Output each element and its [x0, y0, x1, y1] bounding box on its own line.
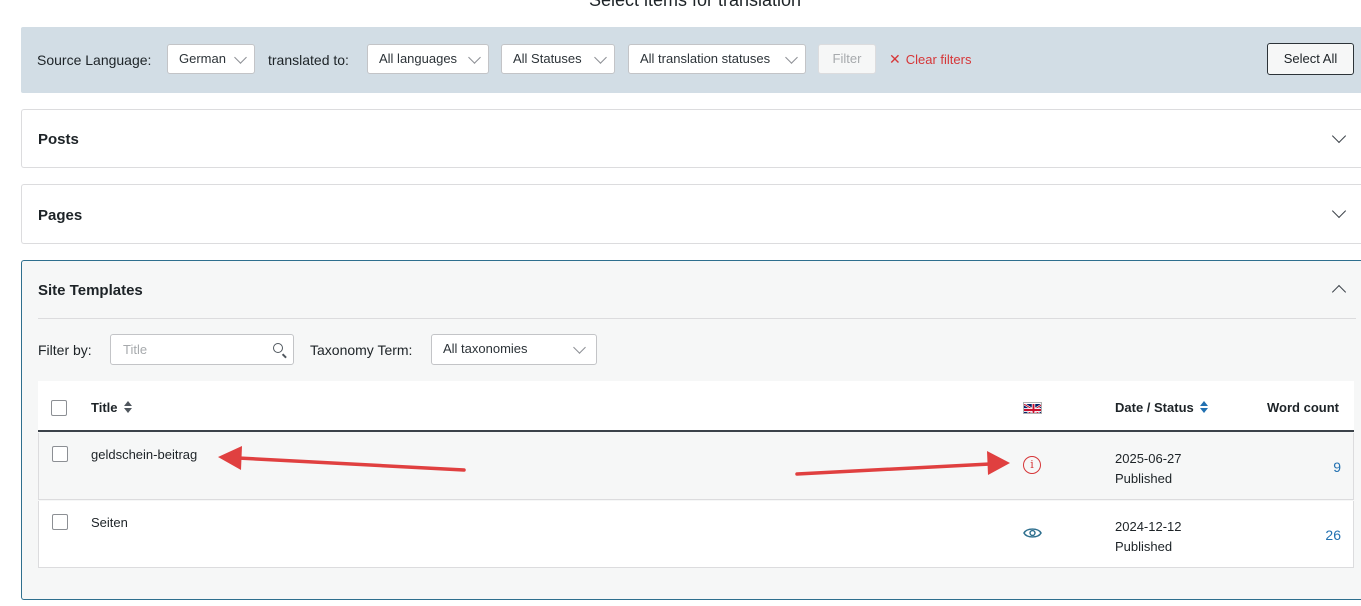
source-language-select[interactable]: German [167, 44, 255, 74]
eye-icon[interactable] [1023, 526, 1042, 545]
panel-pages[interactable]: Pages [21, 184, 1361, 244]
row-title: geldschein-beitrag [91, 447, 198, 462]
translated-to-select[interactable]: All languages [367, 44, 489, 74]
sort-icon [123, 401, 132, 413]
row-date-status: 2024-12-12 Published [1115, 519, 1182, 554]
filter-bar: Source Language: German translated to: A… [21, 27, 1361, 93]
filter-button[interactable]: Filter [818, 44, 876, 74]
row-title: Seiten [91, 515, 128, 530]
translation-status-select[interactable]: All translation statuses [628, 44, 806, 74]
chevron-up-icon[interactable] [1331, 284, 1347, 300]
divider [38, 318, 1356, 319]
source-language-label: Source Language: [37, 52, 152, 68]
filter-by-label: Filter by: [38, 342, 92, 358]
info-icon[interactable]: i [1023, 456, 1041, 474]
row-date-status: 2025-06-27 Published [1115, 451, 1182, 486]
clear-filters-link[interactable]: ✕ Clear filters [889, 51, 971, 68]
chevron-down-icon [594, 51, 607, 64]
taxonomy-select[interactable]: All taxonomies [431, 334, 597, 365]
table-header: Title Date / Status Word count [38, 381, 1354, 432]
translated-to-label: translated to: [268, 52, 349, 68]
panel-title: Site Templates [38, 282, 143, 299]
taxonomy-term-label: Taxonomy Term: [310, 342, 413, 358]
column-word-count: Word count [1267, 400, 1339, 415]
select-all-checkbox[interactable] [51, 400, 67, 416]
status-select[interactable]: All Statuses [501, 44, 615, 74]
chevron-down-icon [234, 51, 247, 64]
uk-flag-icon [1023, 402, 1042, 414]
panel-posts[interactable]: Posts [21, 109, 1361, 168]
row-word-count[interactable]: 9 [1333, 459, 1341, 475]
chevron-down-icon [468, 51, 481, 64]
panel-title: Pages [38, 207, 83, 224]
row-checkbox[interactable] [52, 446, 68, 462]
chevron-down-icon [785, 51, 798, 64]
close-icon: ✕ [889, 51, 901, 67]
chevron-down-icon[interactable] [1331, 203, 1347, 219]
sort-icon [1199, 401, 1208, 413]
table-row: Seiten 2024-12-12 Published 26 [38, 501, 1354, 568]
row-checkbox[interactable] [52, 514, 68, 530]
column-date-status[interactable]: Date / Status [1115, 400, 1208, 415]
row-word-count[interactable]: 26 [1325, 527, 1341, 543]
title-search-input[interactable]: Title [110, 334, 294, 365]
select-all-button[interactable]: Select All [1267, 43, 1354, 75]
page-title: Select items for translation [588, 0, 802, 10]
table-row: geldschein-beitrag i 2025-06-27 Published… [38, 433, 1354, 500]
panel-site-templates: Site Templates Filter by: Title Taxonomy… [21, 260, 1361, 600]
search-icon[interactable] [273, 343, 283, 353]
panel-title: Posts [38, 131, 79, 148]
chevron-down-icon[interactable] [1331, 128, 1347, 144]
chevron-down-icon [573, 341, 586, 354]
column-title[interactable]: Title [91, 400, 132, 415]
